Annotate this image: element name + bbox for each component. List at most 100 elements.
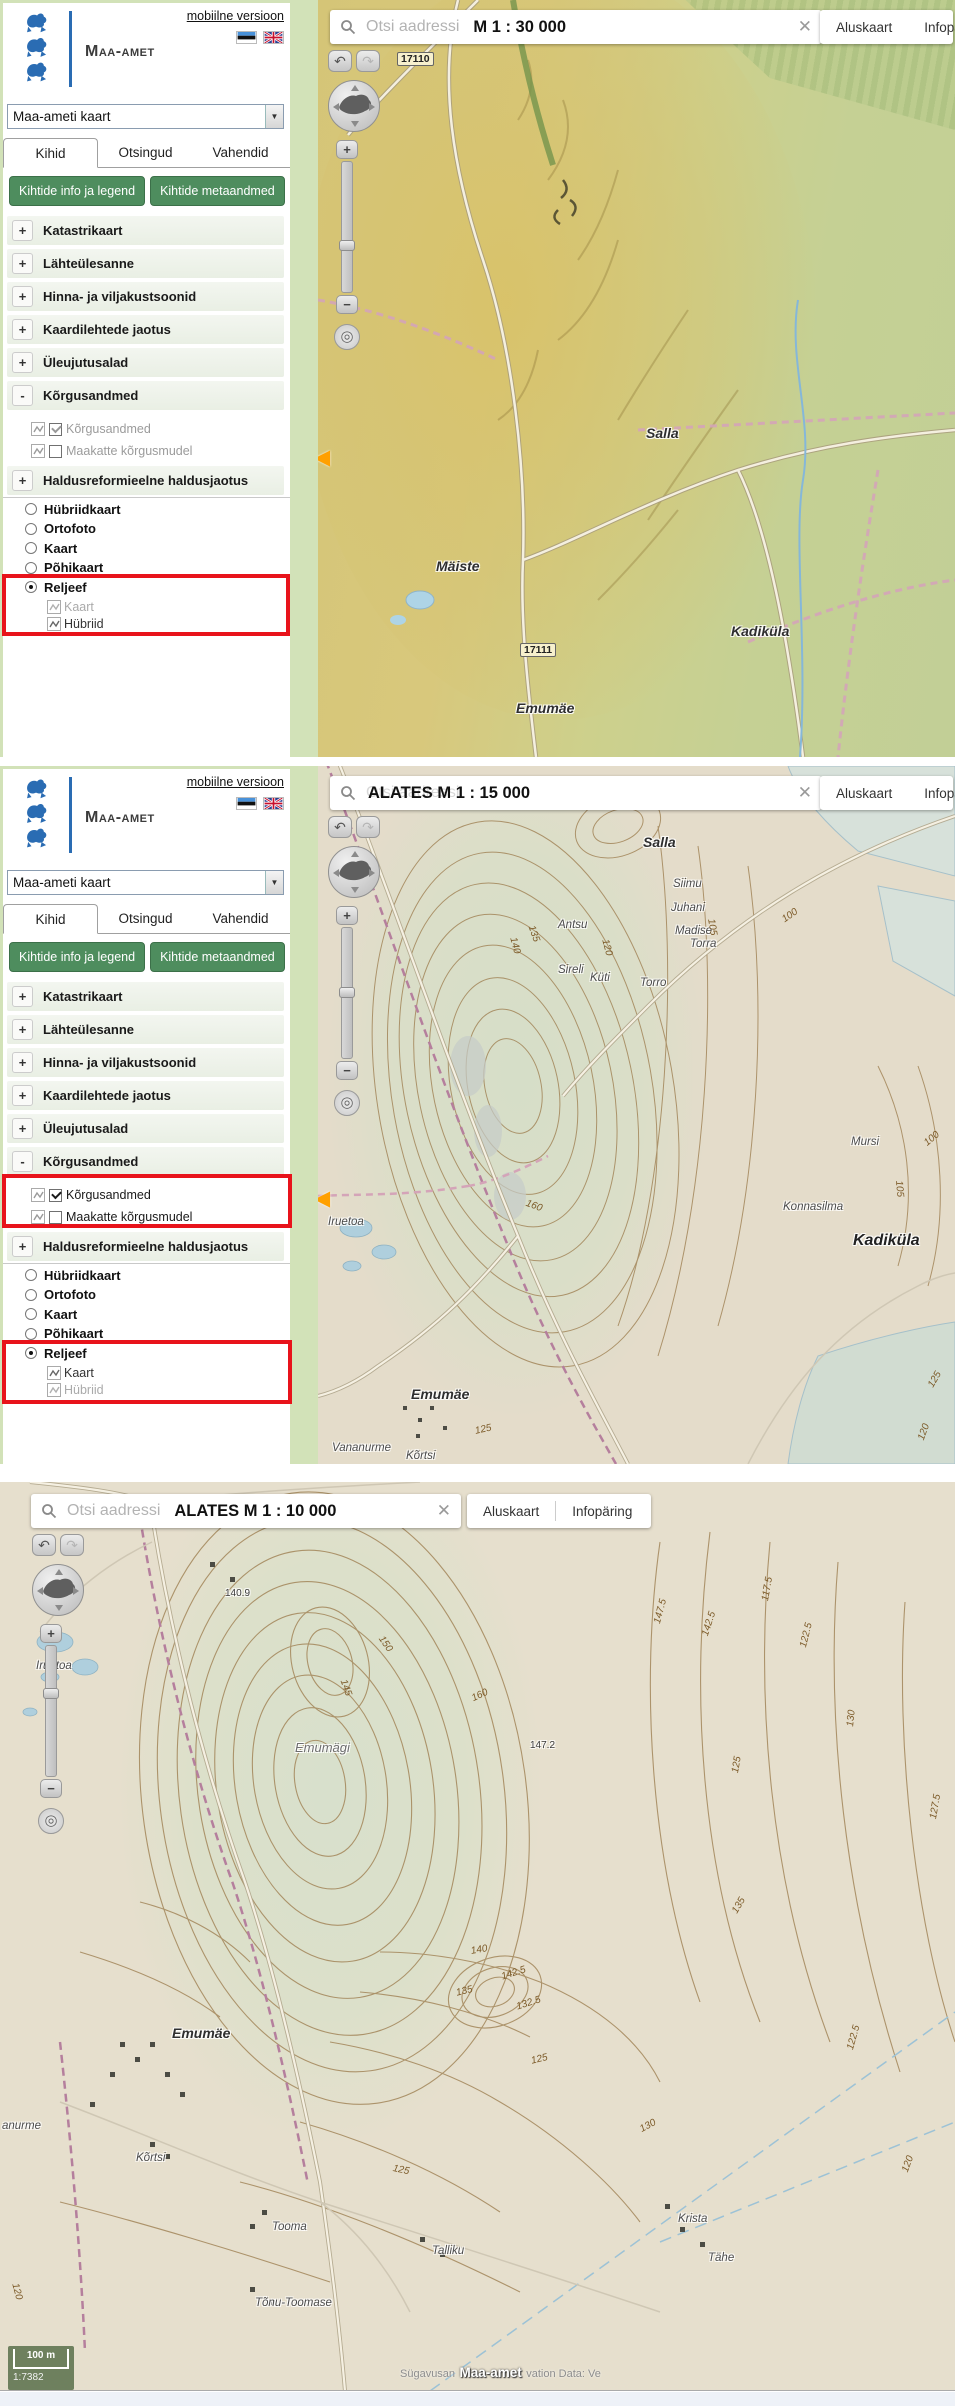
expand-plus-icon[interactable]: +: [12, 220, 33, 241]
radio-selected-icon[interactable]: [25, 1347, 37, 1359]
basemap-reljeef[interactable]: Reljeef: [25, 579, 284, 595]
basemap-ortofoto[interactable]: Ortofoto: [25, 1287, 284, 1303]
aluskaart-button[interactable]: Aluskaart: [820, 20, 908, 35]
chevron-down-icon[interactable]: ▼: [265, 871, 283, 894]
basemap-ortofoto[interactable]: Ortofoto: [25, 521, 284, 537]
layer-info-button[interactable]: Kihtide info ja legend: [9, 942, 145, 972]
geolocate-button[interactable]: ◎: [334, 324, 360, 350]
basemap-pohikaart[interactable]: Põhikaart: [25, 1326, 284, 1342]
radio-icon[interactable]: [25, 1328, 37, 1340]
pan-south-icon[interactable]: [351, 887, 359, 893]
basemap-hubriidkaart[interactable]: Hübriidkaart: [25, 1267, 284, 1283]
zoom-in-button[interactable]: +: [336, 906, 358, 925]
sidebar-collapse-handle[interactable]: ◀: [318, 1186, 330, 1211]
layer-group-haldusjaotus[interactable]: +Haldusreformieelne haldusjaotus: [7, 1232, 284, 1261]
pan-north-icon[interactable]: [351, 851, 359, 857]
compass-pan-control[interactable]: [328, 80, 380, 132]
basemap-reljeef[interactable]: Reljeef: [25, 1345, 284, 1361]
infoparing-button[interactable]: Infopäring: [908, 20, 955, 35]
layer-group-haldusjaotus[interactable]: +Haldusreformieelne haldusjaotus: [7, 466, 284, 495]
pan-north-icon[interactable]: [55, 1569, 63, 1575]
map-viewport-3[interactable]: 140.9160Emumägi147.2Iruetoa150145147.514…: [0, 1482, 955, 2391]
basemap-hubriidkaart[interactable]: Hübriidkaart: [25, 501, 284, 517]
expand-plus-icon[interactable]: +: [12, 1085, 33, 1106]
tab-otsingud[interactable]: Otsingud: [98, 138, 193, 167]
zoom-in-button[interactable]: +: [40, 1624, 62, 1643]
expand-plus-icon[interactable]: +: [12, 1236, 33, 1257]
radio-icon[interactable]: [25, 523, 37, 535]
layer-group-katastrikaart[interactable]: +Katastrikaart: [7, 982, 284, 1011]
search-bar[interactable]: Otsi aadressi M 1 : 30 000 ✕: [330, 10, 822, 44]
layer-group-katastrikaart[interactable]: +Katastrikaart: [7, 216, 284, 245]
radio-icon[interactable]: [25, 503, 37, 515]
infoparing-button[interactable]: Infopäring: [556, 1504, 648, 1519]
mobile-version-link[interactable]: mobiilne versioon: [187, 9, 284, 23]
layer-group-uleujutusalad[interactable]: +Üleujutusalad: [7, 1114, 284, 1143]
clear-search-icon[interactable]: ✕: [788, 783, 812, 803]
radio-icon[interactable]: [25, 542, 37, 554]
pan-east-icon[interactable]: [369, 103, 375, 111]
basemap-kaart[interactable]: Kaart: [25, 540, 284, 556]
clear-search-icon[interactable]: ✕: [788, 17, 812, 37]
layer-group-kaardilehed[interactable]: +Kaardilehtede jaotus: [7, 1081, 284, 1110]
layer-group-lahteulesanne[interactable]: +Lähteülesanne: [7, 249, 284, 278]
aluskaart-button[interactable]: Aluskaart: [467, 1504, 555, 1519]
layer-group-lahteulesanne[interactable]: +Lähteülesanne: [7, 1015, 284, 1044]
geolocate-button[interactable]: ◎: [334, 1090, 360, 1116]
sidebar-collapse-handle[interactable]: ◀: [318, 445, 330, 470]
tab-kihid[interactable]: Kihid: [3, 138, 98, 168]
layer-group-uleujutusalad[interactable]: +Üleujutusalad: [7, 348, 284, 377]
radio-icon[interactable]: [25, 1269, 37, 1281]
mobile-version-link[interactable]: mobiilne versioon: [187, 775, 284, 789]
expand-plus-icon[interactable]: +: [12, 1118, 33, 1139]
layer-info-button[interactable]: Kihtide info ja legend: [9, 176, 145, 206]
zoom-out-button[interactable]: −: [336, 295, 358, 314]
compass-pan-control[interactable]: [328, 846, 380, 898]
expand-plus-icon[interactable]: +: [12, 319, 33, 340]
pan-south-icon[interactable]: [351, 121, 359, 127]
tab-vahendid[interactable]: Vahendid: [193, 904, 288, 933]
expand-plus-icon[interactable]: +: [12, 1019, 33, 1040]
layer-metadata-button[interactable]: Kihtide metaandmed: [150, 942, 285, 972]
redo-button[interactable]: ↷: [60, 1534, 84, 1556]
geolocate-button[interactable]: ◎: [38, 1808, 64, 1834]
layer-group-hinnatsoonid[interactable]: +Hinna- ja viljakustsoonid: [7, 1048, 284, 1077]
radio-icon[interactable]: [25, 1308, 37, 1320]
layer-group-korgusandmed[interactable]: -Kõrgusandmed: [7, 1147, 284, 1176]
layer-checkbox-unchecked[interactable]: [49, 1211, 62, 1224]
map-theme-dropdown[interactable]: Maa-ameti kaart ▼: [7, 104, 284, 129]
search-bar[interactable]: Otsi aadressi ALATES M 1 : 10 000 ✕: [31, 1494, 461, 1528]
pan-east-icon[interactable]: [73, 1587, 79, 1595]
zoom-track[interactable]: [45, 1645, 57, 1777]
search-bar[interactable]: Otsi aadressi ALATES M 1 : 15 000 ✕: [330, 776, 822, 810]
zoom-slider[interactable]: + −: [336, 906, 358, 1080]
zoom-slider[interactable]: + −: [336, 140, 358, 314]
tab-kihid[interactable]: Kihid: [3, 904, 98, 934]
layer-metadata-button[interactable]: Kihtide metaandmed: [150, 176, 285, 206]
undo-button[interactable]: ↶: [328, 50, 352, 72]
layer-checkbox-checked[interactable]: [49, 423, 62, 436]
infoparing-button[interactable]: Infopäring: [908, 786, 955, 801]
radio-icon[interactable]: [25, 1289, 37, 1301]
expand-plus-icon[interactable]: +: [12, 253, 33, 274]
uk-flag-icon[interactable]: [263, 797, 284, 810]
zoom-handle[interactable]: [339, 240, 355, 251]
layer-group-korgusandmed[interactable]: -Kõrgusandmed: [7, 381, 284, 410]
map-viewport-1[interactable]: 17110SallaMäiste17111KadikülaEmumäe Otsi…: [318, 0, 955, 757]
expand-plus-icon[interactable]: +: [12, 986, 33, 1007]
layer-group-kaardilehed[interactable]: +Kaardilehtede jaotus: [7, 315, 284, 344]
layer-group-hinnatsoonid[interactable]: +Hinna- ja viljakustsoonid: [7, 282, 284, 311]
redo-button[interactable]: ↷: [356, 816, 380, 838]
expand-plus-icon[interactable]: +: [12, 470, 33, 491]
zoom-out-button[interactable]: −: [40, 1779, 62, 1798]
estonian-flag-icon[interactable]: [236, 797, 257, 810]
uk-flag-icon[interactable]: [263, 31, 284, 44]
zoom-track[interactable]: [341, 161, 353, 293]
estonian-flag-icon[interactable]: [236, 31, 257, 44]
zoom-track[interactable]: [341, 927, 353, 1059]
expand-plus-icon[interactable]: +: [12, 286, 33, 307]
basemap-pohikaart[interactable]: Põhikaart: [25, 560, 284, 576]
clear-search-icon[interactable]: ✕: [427, 1501, 451, 1521]
zoom-out-button[interactable]: −: [336, 1061, 358, 1080]
radio-selected-icon[interactable]: [25, 581, 37, 593]
